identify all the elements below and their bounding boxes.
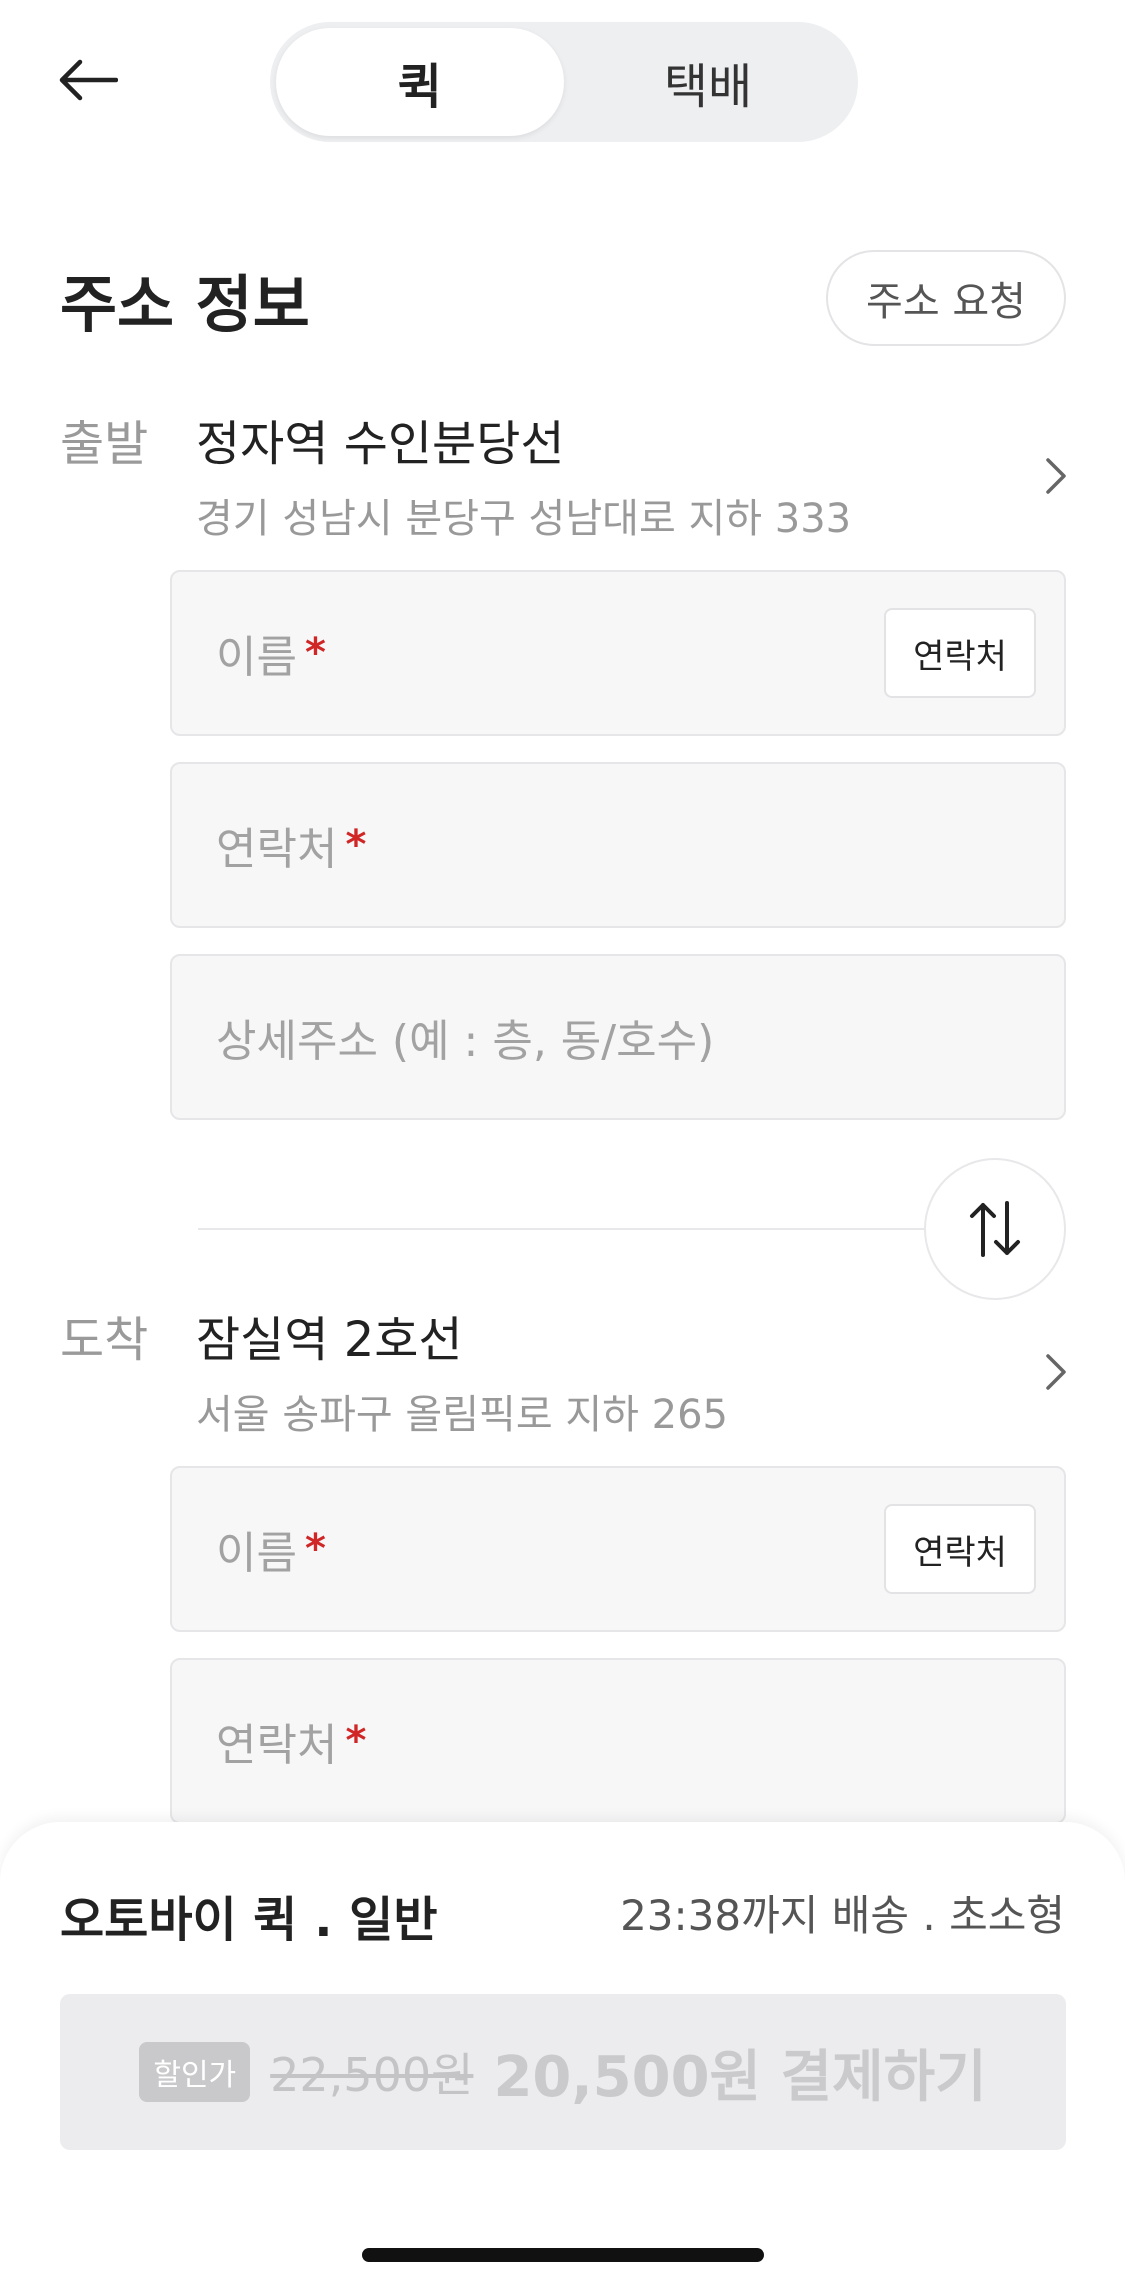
departure-address[interactable]: 경기 성남시 분당구 성남대로 지하 333: [196, 486, 851, 544]
service-name: 오토바이 퀵 . 일반: [60, 1892, 438, 1948]
required-mark: *: [345, 822, 367, 868]
departure-name[interactable]: 정자역 수인분당선: [196, 404, 565, 474]
required-mark: *: [304, 1526, 326, 1572]
section-divider: [198, 1228, 924, 1230]
payment-sheet: 오토바이 퀵 . 일반 23:38까지 배송 . 초소형 할인가 22,500원…: [0, 1822, 1125, 2284]
required-mark: *: [304, 630, 326, 676]
original-price: 22,500원: [270, 2048, 474, 2102]
home-indicator: [362, 2248, 764, 2262]
back-button[interactable]: [52, 44, 124, 116]
arrow-left-icon: [59, 59, 118, 101]
tab-quick[interactable]: 퀵: [276, 28, 564, 136]
name-placeholder: 이름: [216, 632, 297, 683]
departure-contacts-button[interactable]: 연락처: [884, 608, 1036, 698]
arrival-chevron[interactable]: [1036, 1342, 1076, 1402]
contact-placeholder: 연락처: [216, 1720, 338, 1771]
required-mark: *: [345, 1718, 367, 1764]
service-type-toggle: 퀵 택배: [270, 22, 858, 142]
page-title: 주소 정보: [60, 268, 310, 341]
name-placeholder: 이름: [216, 1528, 297, 1579]
pay-button[interactable]: 할인가 22,500원 20,500원 결제하기: [60, 1994, 1066, 2150]
detail-address-placeholder: 상세주소 (예 : 층, 동/호수): [216, 1016, 715, 1067]
tab-parcel[interactable]: 택배: [564, 28, 852, 136]
arrival-name[interactable]: 잠실역 2호선: [196, 1300, 463, 1370]
pay-label: 20,500원 결제하기: [493, 2044, 987, 2110]
departure-detail-address-input[interactable]: 상세주소 (예 : 층, 동/호수): [170, 954, 1066, 1120]
swap-vertical-icon: [970, 1201, 1020, 1257]
arrival-contacts-button[interactable]: 연락처: [884, 1504, 1036, 1594]
departure-contact-input[interactable]: 연락처 *: [170, 762, 1066, 928]
arrival-address[interactable]: 서울 송파구 올림픽로 지하 265: [196, 1382, 728, 1440]
discount-badge: 할인가: [139, 2042, 251, 2102]
arrival-contact-input[interactable]: 연락처 *: [170, 1658, 1066, 1824]
chevron-right-icon: [1046, 458, 1066, 494]
departure-label: 출발: [60, 416, 149, 472]
departure-name-input[interactable]: 이름 * 연락처: [170, 570, 1066, 736]
departure-chevron[interactable]: [1036, 446, 1076, 506]
delivery-info: 23:38까지 배송 . 초소형: [620, 1891, 1065, 1940]
chevron-right-icon: [1046, 1354, 1066, 1390]
swap-locations-button[interactable]: [924, 1158, 1066, 1300]
address-request-button[interactable]: 주소 요청: [826, 250, 1066, 346]
arrival-name-input[interactable]: 이름 * 연락처: [170, 1466, 1066, 1632]
contact-placeholder: 연락처: [216, 824, 338, 875]
address-info-screen: 퀵 택배 주소 정보 주소 요청 출발 정자역 수인분당선 경기 성남시 분당구…: [0, 0, 1125, 2284]
arrival-label: 도착: [60, 1312, 149, 1368]
